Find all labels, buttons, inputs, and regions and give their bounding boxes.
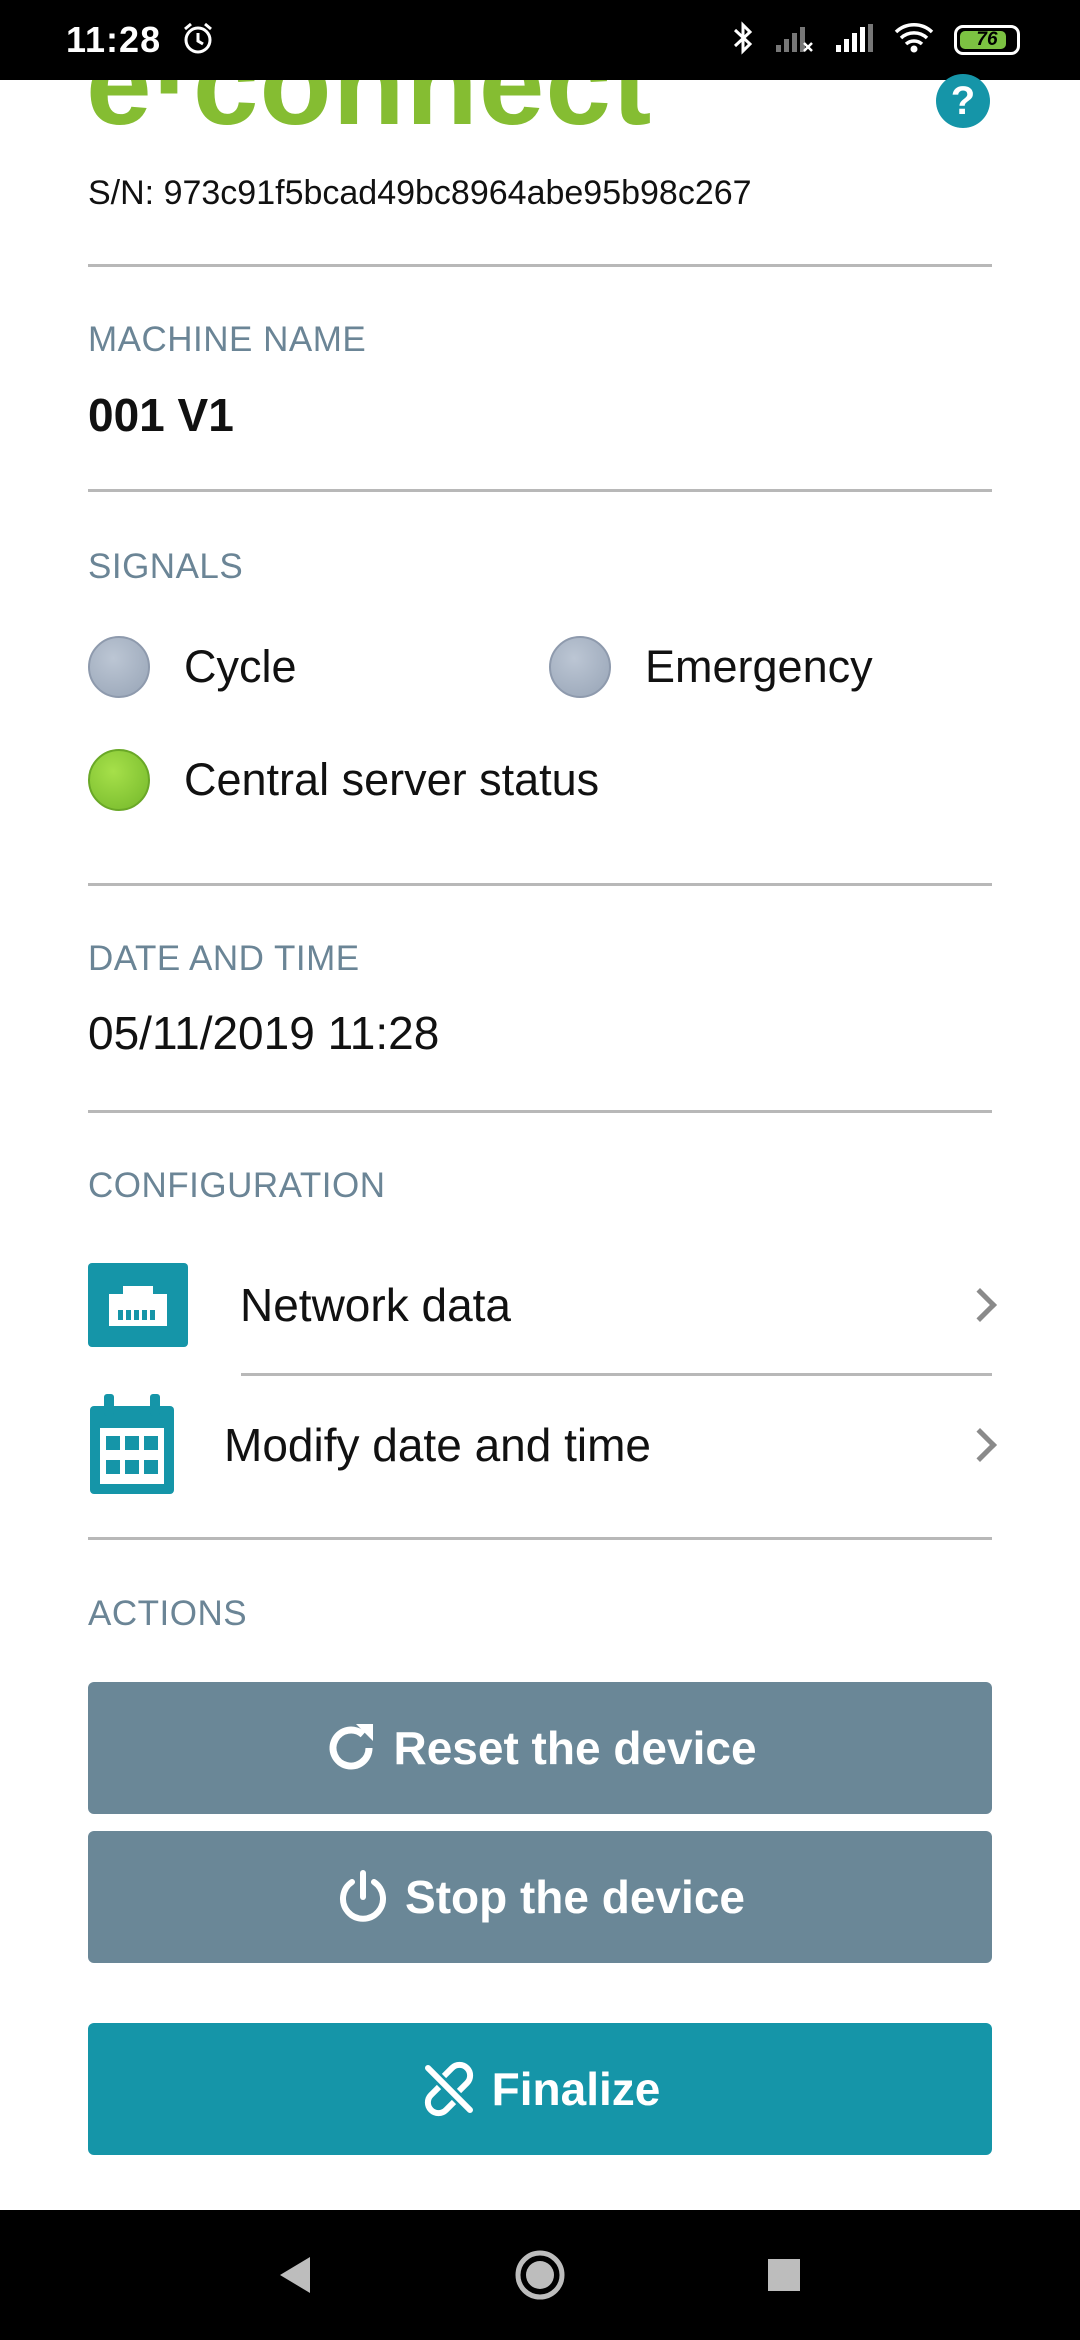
chevron-right-icon [963,1288,997,1322]
signal-central-server: Central server status [88,749,599,811]
unlink-icon [420,2060,478,2118]
configuration-label: CONFIGURATION [88,1166,386,1205]
divider [241,1373,992,1376]
home-icon[interactable] [514,2249,566,2301]
chevron-right-icon [963,1428,997,1462]
finalize-button[interactable]: Finalize [88,2023,992,2155]
recents-icon[interactable] [766,2257,802,2293]
divider [88,1537,992,1540]
battery-icon: 76 [954,25,1020,55]
serial-number: S/N: 973c91f5bcad49bc8964abe95b98c267 [88,174,752,212]
config-item-network-data[interactable]: Network data [88,1245,997,1365]
signal-icon [774,23,814,58]
signal-label: Central server status [184,754,600,805]
signals-label: SIGNALS [88,547,244,586]
bluetooth-icon [732,20,754,60]
signal-label: Cycle [184,641,297,692]
signal-indicator-icon [88,636,150,698]
divider [88,1110,992,1113]
signal-indicator-icon [88,749,150,811]
divider [88,883,992,886]
back-icon[interactable] [278,2255,314,2295]
config-item-label: Modify date and time [224,1419,652,1471]
reset-icon [323,1720,379,1776]
divider [88,264,992,267]
config-item-modify-date-time[interactable]: Modify date and time [88,1385,997,1505]
signal-emergency: Emergency [549,636,873,698]
machine-name-label: MACHINE NAME [88,320,367,359]
wifi-icon [894,22,934,59]
navigation-bar [0,2210,1080,2340]
stop-device-button[interactable]: Stop the device [88,1831,992,1963]
signal-indicator-icon [549,636,611,698]
status-bar: 11:28 76 [0,0,1080,80]
calendar-icon [88,1394,176,1496]
datetime-value: 05/11/2019 11:28 [88,1007,440,1059]
datetime-label: DATE AND TIME [88,939,360,978]
alarm-icon [181,21,215,60]
status-time: 11:28 [66,19,162,60]
econnect-logo: e·connect [86,80,686,140]
signal-label: Emergency [645,641,873,692]
divider [88,489,992,492]
help-icon[interactable]: ? [936,74,990,128]
signal-cycle: Cycle [88,636,297,698]
ethernet-icon [88,1263,188,1347]
signal-icon [834,23,874,58]
actions-label: ACTIONS [88,1594,248,1633]
power-icon [335,1869,391,1925]
reset-device-button[interactable]: Reset the device [88,1682,992,1814]
screen: 11:28 76 e·connect ? [0,0,1080,2340]
machine-name-value: 001 V1 [88,389,234,441]
config-item-label: Network data [240,1279,512,1331]
